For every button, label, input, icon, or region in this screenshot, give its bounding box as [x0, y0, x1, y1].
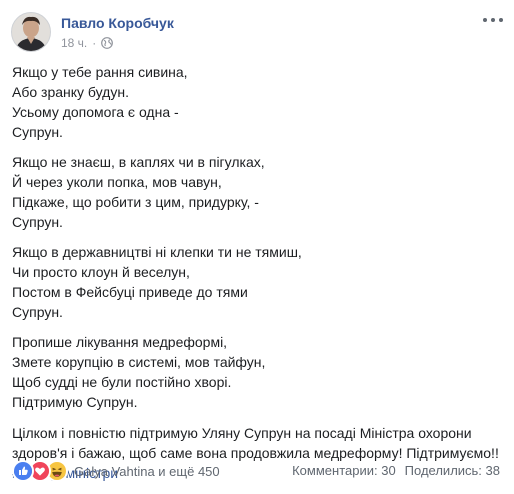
more-dot: [491, 18, 495, 22]
more-dot: [499, 18, 503, 22]
poem-line: Якщо у тебе рання сивина,: [12, 64, 188, 80]
comments-count[interactable]: Комментарии: 30: [292, 463, 396, 478]
poem-line: Або зранку будун.: [12, 84, 129, 100]
reactors-summary[interactable]: Galya Vahtina и ещё 450: [74, 464, 220, 479]
more-options-icon[interactable]: [483, 14, 503, 26]
more-dot: [483, 18, 487, 22]
post-meta: 18 ч. ·: [61, 36, 114, 50]
poem-stanza: Пропише лікування медреформі, Змете кору…: [12, 332, 506, 412]
poem-stanza: Якщо у тебе рання сивина, Або зранку буд…: [12, 62, 506, 142]
poem-stanza: Якщо не знаєш, в каплях чи в пігулках, Й…: [12, 152, 506, 232]
poem-line: Супрун.: [12, 304, 63, 320]
poem-line: Постом в Фейсбуці приведе до тями: [12, 284, 248, 300]
poem-line: Й через уколи попка, мов чавун,: [12, 174, 222, 190]
poem-line: Підтримую Супрун.: [12, 394, 138, 410]
author-avatar[interactable]: [11, 12, 51, 52]
post-footer: Galya Vahtina и ещё 450 Комментарии: 30 …: [12, 456, 502, 484]
engagement-stats: Комментарии: 30 Поделились: 38: [292, 463, 500, 478]
poem-line: Усьому допомога є одна -: [12, 104, 179, 120]
post-timestamp[interactable]: 18 ч.: [61, 36, 87, 50]
poem-line: Чи просто клоун й веселун,: [12, 264, 190, 280]
author-name[interactable]: Павло Коробчук: [61, 15, 174, 31]
meta-separator: ·: [92, 36, 97, 50]
poem-line: Щоб судді не були постійно хворі.: [12, 374, 232, 390]
poem-line: Пропише лікування медреформі,: [12, 334, 228, 350]
post-header: Павло Коробчук 18 ч. ·: [11, 12, 507, 56]
poem-line: Змете корупцію в системі, мов тайфун,: [12, 354, 266, 370]
poem-line: Підкаже, що робити з цим, придурку, -: [12, 194, 259, 210]
like-reaction-icon[interactable]: [12, 460, 34, 482]
poem-line: Якщо в державництві ні клепки ти не тями…: [12, 244, 302, 260]
reactions-summary[interactable]: Galya Vahtina и ещё 450: [12, 460, 220, 482]
shares-count[interactable]: Поделились: 38: [405, 463, 500, 478]
post-body: Якщо у тебе рання сивина, Або зранку буд…: [12, 62, 506, 483]
poem-line: Якщо не знаєш, в каплях чи в пігулках,: [12, 154, 265, 170]
poem-line: Супрун.: [12, 124, 63, 140]
poem-stanza: Якщо в державництві ні клепки ти не тями…: [12, 242, 506, 322]
poem-line: Супрун.: [12, 214, 63, 230]
globe-icon[interactable]: [101, 37, 114, 49]
facebook-post: Павло Коробчук 18 ч. · Якщо у тебе рання…: [0, 0, 514, 494]
